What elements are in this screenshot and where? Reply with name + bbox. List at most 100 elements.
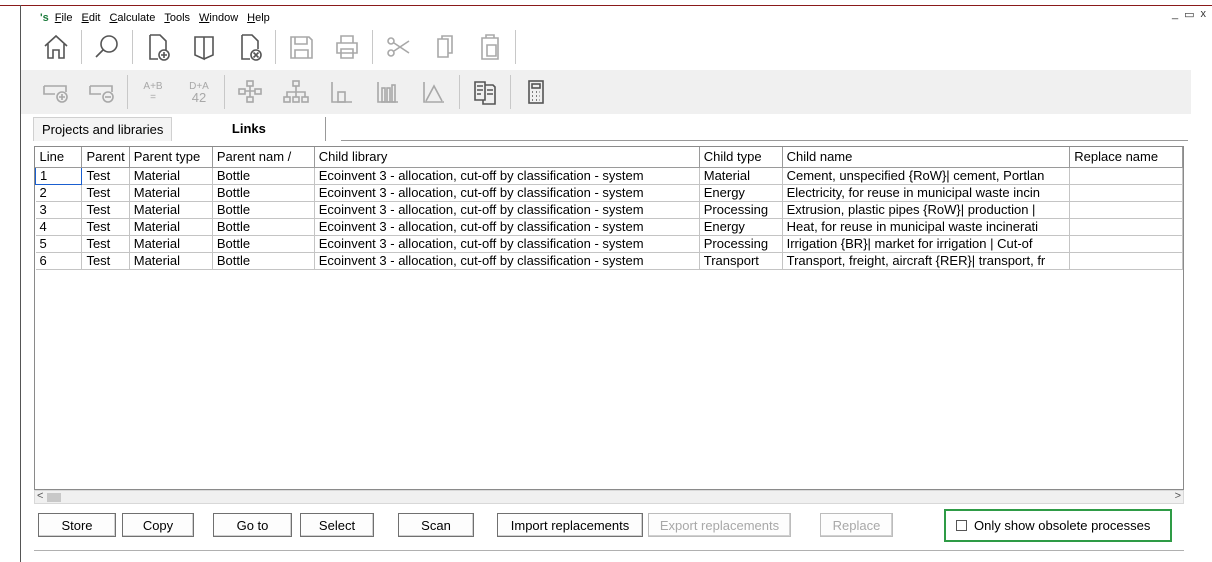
scroll-right-icon[interactable]: >	[1175, 490, 1181, 502]
menu-window[interactable]: Window	[199, 12, 238, 24]
scroll-left-icon[interactable]: <	[37, 490, 43, 502]
table-cell[interactable]: Material	[129, 218, 213, 236]
export-replacements-button[interactable]: Export replacements	[648, 513, 791, 537]
checkbox-square[interactable]	[956, 520, 967, 531]
table-cell[interactable]	[1069, 235, 1183, 253]
table-cell[interactable]: 3	[35, 201, 83, 219]
table-cell[interactable]: Processing	[699, 201, 783, 219]
tab-projects-and-libraries[interactable]: Projects and libraries	[33, 117, 173, 141]
go-to-button[interactable]: Go to	[213, 513, 292, 537]
open-button[interactable]	[181, 27, 227, 67]
only-obsolete-checkbox[interactable]: Only show obsolete processes	[944, 509, 1172, 542]
table-cell[interactable]: 4	[35, 218, 83, 236]
menu-file[interactable]: File	[55, 12, 73, 24]
search-button[interactable]	[84, 27, 130, 67]
table-cell[interactable]: Material	[129, 235, 213, 253]
table-row[interactable]: 5 Test Material Bottle Ecoinvent 3 - all…	[35, 235, 1183, 253]
column-header-parent-type[interactable]: Parent type	[129, 147, 213, 168]
single-score-button[interactable]	[319, 72, 365, 112]
table-cell[interactable]: Test	[81, 184, 130, 202]
table-cell[interactable]: Cement, unspecified {RoW}| cement, Portl…	[782, 167, 1071, 185]
menu-calculate[interactable]: Calculate	[109, 12, 155, 24]
table-cell[interactable]: 2	[35, 184, 83, 202]
table-cell[interactable]: Bottle	[212, 235, 315, 253]
add-link-button[interactable]	[33, 72, 79, 112]
table-row[interactable]: 3 Test Material Bottle Ecoinvent 3 - all…	[35, 201, 1183, 219]
tab-links[interactable]: Links	[172, 117, 327, 141]
menu-tools[interactable]: Tools	[164, 12, 190, 24]
column-header-child-type[interactable]: Child type	[699, 147, 783, 168]
menu-help[interactable]: Help	[247, 12, 270, 24]
column-header-parent-name[interactable]: Parent nam /	[212, 147, 315, 168]
table-row[interactable]: 6 Test Material Bottle Ecoinvent 3 - all…	[35, 252, 1183, 270]
table-cell[interactable]: Ecoinvent 3 - allocation, cut-off by cla…	[314, 167, 700, 185]
difference-button[interactable]: D+A 42	[176, 72, 222, 112]
table-cell[interactable]	[1069, 218, 1183, 236]
table-cell[interactable]	[1069, 167, 1183, 185]
table-cell[interactable]	[1069, 201, 1183, 219]
table-cell[interactable]: Ecoinvent 3 - allocation, cut-off by cla…	[314, 235, 700, 253]
table-cell[interactable]: Transport, freight, aircraft {RER}| tran…	[782, 252, 1071, 270]
table-cell[interactable]: Heat, for reuse in municipal waste incin…	[782, 218, 1071, 236]
table-cell[interactable]: 6	[35, 252, 83, 270]
print-button[interactable]	[324, 27, 370, 67]
tree-button[interactable]	[273, 72, 319, 112]
line-chart-button[interactable]	[411, 72, 457, 112]
table-cell[interactable]: Energy	[699, 218, 783, 236]
table-cell[interactable]: Material	[129, 252, 213, 270]
table-cell[interactable]: Ecoinvent 3 - allocation, cut-off by cla…	[314, 252, 700, 270]
column-header-line[interactable]: Line	[35, 147, 83, 168]
report-button[interactable]	[462, 72, 508, 112]
table-cell[interactable]: Bottle	[212, 167, 315, 185]
table-cell[interactable]: Test	[81, 167, 130, 185]
table-cell[interactable]: Bottle	[212, 201, 315, 219]
horizontal-scrollbar[interactable]: < >	[34, 490, 1184, 504]
store-button[interactable]: Store	[38, 513, 116, 537]
table-cell[interactable]: Bottle	[212, 184, 315, 202]
remove-link-button[interactable]	[79, 72, 125, 112]
calculator-button[interactable]	[513, 72, 559, 112]
restore-button[interactable]: ▭	[1184, 8, 1194, 21]
save-button[interactable]	[278, 27, 324, 67]
table-cell[interactable]: Irrigation {BR}| market for irrigation |…	[782, 235, 1071, 253]
table-cell[interactable]: Test	[81, 201, 130, 219]
compare-button[interactable]: A+B =	[130, 72, 176, 112]
bar-chart-button[interactable]	[365, 72, 411, 112]
table-cell[interactable]: Processing	[699, 235, 783, 253]
close-document-button[interactable]	[227, 27, 273, 67]
table-cell[interactable]: Material	[129, 184, 213, 202]
table-cell[interactable]: Ecoinvent 3 - allocation, cut-off by cla…	[314, 184, 700, 202]
table-cell[interactable]: Ecoinvent 3 - allocation, cut-off by cla…	[314, 218, 700, 236]
cut-button[interactable]	[375, 27, 421, 67]
table-cell[interactable]: Material	[699, 167, 783, 185]
home-button[interactable]	[33, 27, 79, 67]
column-header-parent[interactable]: Parent	[81, 147, 130, 168]
table-cell[interactable]: Electricity, for reuse in municipal wast…	[782, 184, 1071, 202]
table-cell[interactable]: Test	[81, 218, 130, 236]
menu-edit[interactable]: Edit	[81, 12, 100, 24]
table-cell[interactable]: 5	[35, 235, 83, 253]
network-button[interactable]	[227, 72, 273, 112]
close-button[interactable]: x	[1201, 8, 1207, 21]
table-cell[interactable]: Test	[81, 252, 130, 270]
select-button[interactable]: Select	[300, 513, 374, 537]
table-cell[interactable]: Energy	[699, 184, 783, 202]
scroll-thumb[interactable]	[47, 493, 61, 502]
table-cell[interactable]: Bottle	[212, 218, 315, 236]
table-cell[interactable]: Extrusion, plastic pipes {RoW}| producti…	[782, 201, 1071, 219]
import-replacements-button[interactable]: Import replacements	[497, 513, 643, 537]
new-button[interactable]	[135, 27, 181, 67]
column-header-child-name[interactable]: Child name	[782, 147, 1071, 168]
table-cell[interactable]: Ecoinvent 3 - allocation, cut-off by cla…	[314, 201, 700, 219]
column-header-replace-name[interactable]: Replace name	[1069, 147, 1183, 168]
table-cell[interactable]	[1069, 184, 1183, 202]
table-row[interactable]: 4 Test Material Bottle Ecoinvent 3 - all…	[35, 218, 1183, 236]
table-cell[interactable]: Material	[129, 167, 213, 185]
column-header-child-library[interactable]: Child library	[314, 147, 700, 168]
table-cell[interactable]: Test	[81, 235, 130, 253]
replace-button[interactable]: Replace	[820, 513, 893, 537]
table-cell[interactable]: Bottle	[212, 252, 315, 270]
minimize-button[interactable]: _	[1172, 8, 1178, 21]
paste-button[interactable]	[467, 27, 513, 67]
table-cell[interactable]: Transport	[699, 252, 783, 270]
